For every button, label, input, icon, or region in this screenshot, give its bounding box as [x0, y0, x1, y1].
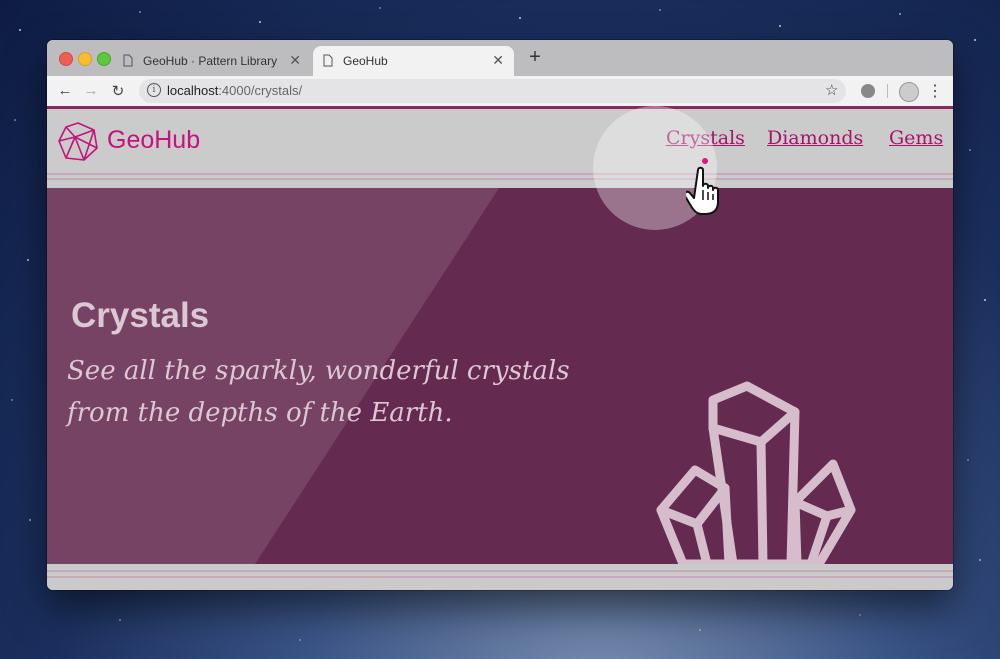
- url-path: :4000/crystals/: [218, 83, 303, 98]
- bookmark-star-icon[interactable]: ☆: [825, 81, 838, 99]
- browser-window: GeoHub · Pattern Library ✕ GeoHub ✕ + ← …: [47, 40, 953, 590]
- site-header: GeoHub Crystals Diamonds Gems: [47, 109, 953, 173]
- document-icon: [323, 54, 333, 67]
- more-vertical-icon[interactable]: ⋮: [927, 81, 943, 101]
- browser-toolbar: ← → ↻ i localhost:4000/crystals/ ☆ ⋮: [47, 76, 953, 106]
- nav-link-diamonds[interactable]: Diamonds: [767, 127, 863, 149]
- hero-banner: Crystals See all the sparkly, wonderful …: [47, 188, 953, 564]
- address-bar[interactable]: i localhost:4000/crystals/: [139, 79, 846, 103]
- footer-divider: [47, 576, 953, 578]
- tab-strip: GeoHub · Pattern Library ✕ GeoHub ✕ +: [47, 40, 953, 76]
- url-host: localhost: [167, 83, 219, 98]
- close-tab-icon[interactable]: ✕: [492, 52, 504, 69]
- document-icon: [123, 54, 133, 67]
- extension-icon[interactable]: [861, 84, 875, 98]
- info-icon[interactable]: i: [147, 83, 161, 97]
- footer-divider: [47, 570, 953, 572]
- header-divider: [47, 173, 953, 175]
- new-tab-button[interactable]: +: [525, 46, 545, 69]
- window-minimize-button[interactable]: [78, 52, 92, 66]
- close-tab-icon[interactable]: ✕: [289, 52, 301, 69]
- forward-icon[interactable]: →: [83, 82, 99, 99]
- header-divider: [47, 178, 953, 180]
- reload-icon[interactable]: ↻: [110, 82, 126, 100]
- tab-label: GeoHub: [343, 54, 388, 68]
- back-icon[interactable]: ←: [57, 82, 73, 99]
- hand-pointer-cursor-icon: [686, 166, 719, 215]
- window-close-button[interactable]: [59, 52, 73, 66]
- brand-name[interactable]: GeoHub: [107, 126, 200, 155]
- tab-pattern-library[interactable]: GeoHub · Pattern Library ✕: [113, 46, 311, 76]
- hero-subtitle: See all the sparkly, wonderful crystals …: [67, 356, 570, 428]
- window-maximize-button[interactable]: [97, 52, 111, 66]
- nav-link-gems[interactable]: Gems: [889, 127, 943, 149]
- profile-avatar-icon[interactable]: [899, 82, 919, 102]
- page-viewport: GeoHub Crystals Diamonds Gems Crystals S…: [47, 106, 953, 590]
- click-indicator-dot: [702, 158, 708, 164]
- toolbar-separator: [887, 84, 888, 98]
- geohub-logo-icon[interactable]: [57, 121, 99, 163]
- url-text: localhost:4000/crystals/: [167, 83, 302, 98]
- tab-geohub[interactable]: GeoHub ✕: [313, 46, 514, 76]
- hero-title: Crystals: [71, 296, 210, 335]
- tab-label: GeoHub · Pattern Library: [143, 54, 278, 68]
